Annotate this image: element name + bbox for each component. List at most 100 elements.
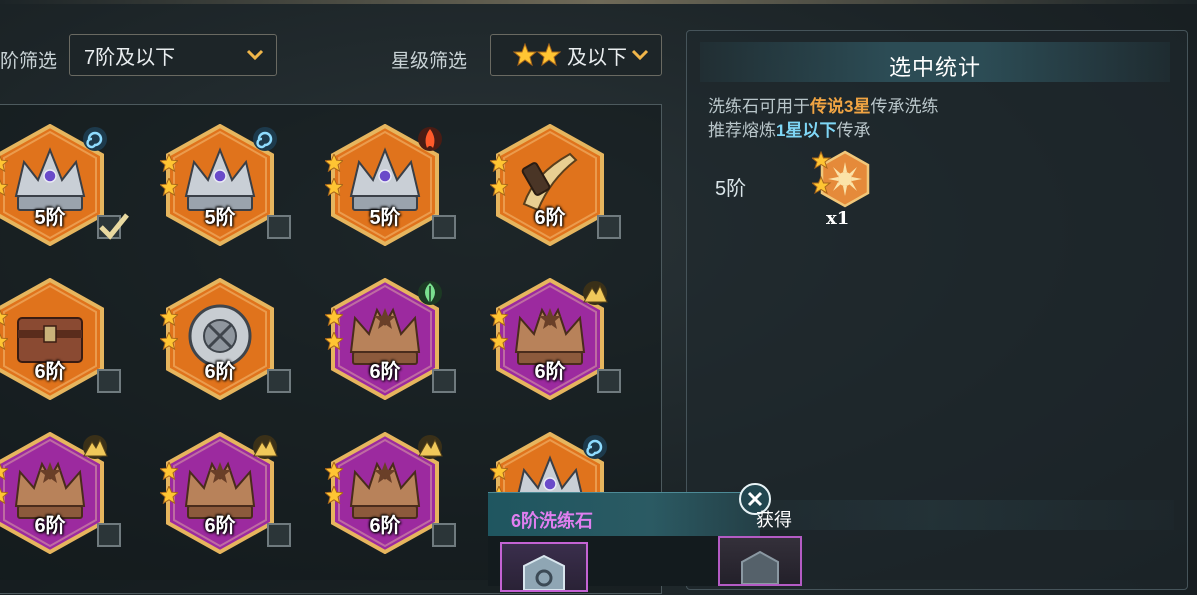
swirl-icon <box>253 127 277 151</box>
desc2-prefix: 推荐熔炼 <box>708 121 776 140</box>
stat-grade: 5阶 <box>715 178 747 200</box>
top-frame-line <box>0 0 1197 4</box>
item-grade: 6阶 <box>369 515 401 537</box>
star-icon <box>160 332 178 350</box>
item-grade: 6阶 <box>369 361 401 383</box>
star-icon <box>490 308 508 326</box>
star-icon <box>325 486 343 504</box>
equipment-item[interactable]: 5阶 <box>325 124 456 254</box>
equipment-item[interactable]: 6阶 <box>325 278 456 408</box>
chevron-down-icon <box>631 49 649 61</box>
equipment-item[interactable]: 6阶 <box>0 432 121 562</box>
star-rating <box>160 308 180 356</box>
grade-filter-dropdown[interactable]: 7阶及以下 <box>69 34 277 76</box>
select-checkbox[interactable] <box>597 369 621 393</box>
chevron-down-icon <box>246 49 264 61</box>
select-checkbox[interactable] <box>97 523 121 547</box>
star-icon <box>325 332 343 350</box>
desc1-suffix: 传承洗练 <box>870 97 939 116</box>
star-icon <box>490 154 508 172</box>
equipment-item[interactable]: 6阶 <box>160 278 291 408</box>
equipment-item[interactable]: 6阶 <box>325 432 456 562</box>
select-checkbox[interactable] <box>267 215 291 239</box>
mountain-icon <box>418 435 443 459</box>
star-rating <box>325 308 345 356</box>
star-icon <box>160 486 178 504</box>
flame-icon <box>418 127 442 151</box>
swirl-icon <box>83 127 107 151</box>
select-checkbox[interactable] <box>97 369 121 393</box>
star-rating <box>325 462 345 510</box>
star-icon <box>160 462 178 480</box>
star-icon <box>160 178 178 196</box>
popup-item-slot-2[interactable] <box>718 536 802 586</box>
stat-quantity: x1 <box>826 208 850 229</box>
star-rating <box>160 462 180 510</box>
popup-item-slot[interactable] <box>500 542 588 592</box>
item-grade: 5阶 <box>34 207 66 229</box>
star-icon <box>0 463 8 480</box>
item-grade: 6阶 <box>204 515 236 537</box>
select-checkbox[interactable] <box>597 215 621 239</box>
star-rating <box>490 154 510 202</box>
star-icon <box>325 308 343 326</box>
item-grade: 6阶 <box>34 515 66 537</box>
star-icon <box>490 178 508 196</box>
desc1-prefix: 洗练石可用于 <box>708 97 810 116</box>
star-icon <box>160 308 178 326</box>
star-icon <box>0 309 8 326</box>
select-checkbox[interactable] <box>267 523 291 547</box>
item-grade: 5阶 <box>369 207 401 229</box>
item-grade: 6阶 <box>204 361 236 383</box>
star-rating <box>325 154 345 202</box>
select-checkbox[interactable] <box>432 215 456 239</box>
select-checkbox[interactable] <box>432 369 456 393</box>
mountain-icon <box>583 281 608 305</box>
star-rating <box>0 154 10 202</box>
sun-emblem-icon <box>828 162 862 196</box>
popup-title: 6阶洗练石 <box>511 511 594 531</box>
select-checkbox[interactable] <box>97 213 129 240</box>
equipment-item[interactable]: 5阶 <box>160 124 291 254</box>
refining-stone-item[interactable] <box>812 150 874 210</box>
star-filter-dropdown[interactable]: 及以下 <box>490 34 662 76</box>
star-rating <box>0 462 10 510</box>
star-icon <box>490 332 508 350</box>
equipment-item[interactable]: 6阶 <box>0 278 121 408</box>
star-filter-value: 及以下 <box>567 46 627 69</box>
item-grade: 6阶 <box>34 361 66 383</box>
grade-filter-value: 7阶及以下 <box>84 46 176 69</box>
item-grade: 5阶 <box>204 207 236 229</box>
star-icon <box>0 487 8 504</box>
equipment-item[interactable]: 6阶 <box>490 278 621 408</box>
swirl-icon <box>583 435 607 459</box>
star-icon <box>160 154 178 172</box>
select-checkbox[interactable] <box>432 523 456 547</box>
equipment-item[interactable]: 6阶 <box>160 432 291 562</box>
stone-icon <box>523 554 565 591</box>
star-icon <box>0 179 8 196</box>
star-icon <box>0 155 8 172</box>
mountain-icon <box>83 435 108 459</box>
panel-title: 选中统计 <box>888 55 981 80</box>
star-filter-label: 星级筛选 <box>391 51 468 72</box>
desc2-suffix: 传承 <box>836 121 871 140</box>
star-icon <box>325 154 343 172</box>
desc1-highlight: 传说3星 <box>810 97 871 116</box>
equipment-item[interactable]: 5阶 <box>0 124 129 254</box>
star-icon <box>325 462 343 480</box>
two-stars-icon <box>513 43 561 67</box>
star-rating <box>0 308 10 356</box>
star-rating <box>490 308 510 356</box>
desc2-highlight: 1星以下 <box>776 121 837 140</box>
star-icon <box>490 462 508 480</box>
item-grade: 6阶 <box>534 207 566 229</box>
select-checkbox[interactable] <box>267 369 291 393</box>
mountain-icon <box>253 435 278 459</box>
star-icon <box>325 178 343 196</box>
equipment-item[interactable]: 6阶 <box>490 124 621 254</box>
item-grade: 6阶 <box>534 361 566 383</box>
star-icon <box>0 333 8 350</box>
description-line-1: 洗练石可用于传说3星传承洗练 <box>708 92 938 117</box>
stone-icon <box>741 550 779 585</box>
